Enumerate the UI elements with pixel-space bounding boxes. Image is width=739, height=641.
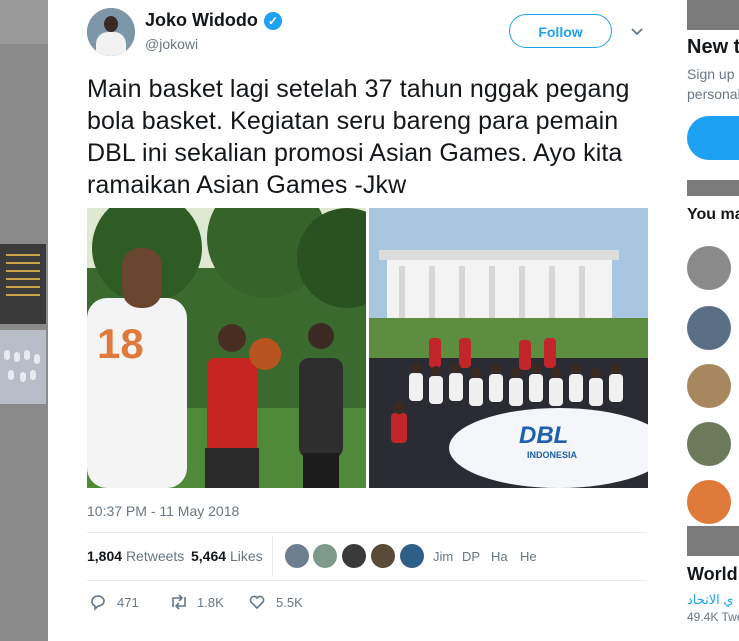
likes-count: 5,464 <box>191 548 227 564</box>
retweets-stat[interactable]: 1,804 Retweets <box>87 548 184 564</box>
background-avatar <box>687 422 731 466</box>
liker-avatar[interactable] <box>371 544 395 568</box>
liker-avatar[interactable] <box>285 544 309 568</box>
liker-name[interactable]: DP <box>462 549 480 564</box>
background-page-left <box>0 0 48 641</box>
background-topbar <box>0 0 48 44</box>
jersey-number: 18 <box>97 320 144 367</box>
author-handle[interactable]: @jokowi <box>145 36 198 52</box>
tweet-photo-group[interactable]: DBL INDONESIA <box>369 208 648 488</box>
retweet-icon[interactable] <box>169 593 189 615</box>
background-button <box>687 116 739 160</box>
background-text: personal <box>687 86 739 102</box>
background-thumbnail <box>0 330 46 404</box>
dbl-logo: DBL <box>519 422 568 449</box>
background-page-right: New t Sign up personal You ma World ي ال… <box>687 0 739 641</box>
background-thumbnail <box>0 244 46 324</box>
liker-avatar[interactable] <box>342 544 366 568</box>
background-heading: World <box>687 564 738 584</box>
like-count[interactable]: 5.5K <box>276 595 303 610</box>
liker-name[interactable]: Ha <box>491 549 508 564</box>
background-avatar <box>687 480 731 524</box>
retweets-label: Retweets <box>125 548 185 564</box>
reply-icon[interactable] <box>89 593 107 615</box>
heart-icon[interactable] <box>248 593 266 615</box>
tweet-timestamp[interactable]: 10:37 PM - 11 May 2018 <box>87 503 239 519</box>
divider <box>87 532 647 533</box>
dbl-logo-sub: INDONESIA <box>527 450 578 460</box>
verified-badge-icon: ✓ <box>264 12 282 30</box>
likes-stat[interactable]: 5,464 Likes <box>191 548 263 564</box>
liker-avatar[interactable] <box>400 544 424 568</box>
divider <box>87 580 647 581</box>
follow-button[interactable]: Follow <box>509 14 612 48</box>
likes-label: Likes <box>229 548 263 564</box>
tweet-photo-basketball[interactable]: 18 <box>87 208 366 488</box>
author-name[interactable]: Joko Widodo <box>145 10 258 31</box>
reply-count[interactable]: 471 <box>117 595 139 610</box>
background-avatar <box>687 246 731 290</box>
divider <box>272 536 273 576</box>
avatar[interactable] <box>87 8 135 56</box>
tweet-card: Joko Widodo ✓ @jokowi Follow Main basket… <box>48 0 687 641</box>
tweet-text: Main basket lagi setelah 37 tahun nggak … <box>87 75 630 199</box>
background-text: Sign up <box>687 66 735 82</box>
liker-avatar[interactable] <box>313 544 337 568</box>
background-avatar <box>687 364 731 408</box>
liker-name[interactable]: Jim <box>433 549 453 564</box>
chevron-down-icon[interactable] <box>630 24 644 38</box>
background-heading: New t <box>687 36 739 58</box>
liker-name[interactable]: He <box>520 549 537 564</box>
background-text: 49.4K Twe <box>687 610 739 624</box>
retweets-count: 1,804 <box>87 548 123 564</box>
background-text: ي الاتحاد <box>687 592 734 607</box>
background-avatar <box>687 306 731 350</box>
retweet-count[interactable]: 1.8K <box>197 595 224 610</box>
background-heading: You ma <box>687 206 739 223</box>
